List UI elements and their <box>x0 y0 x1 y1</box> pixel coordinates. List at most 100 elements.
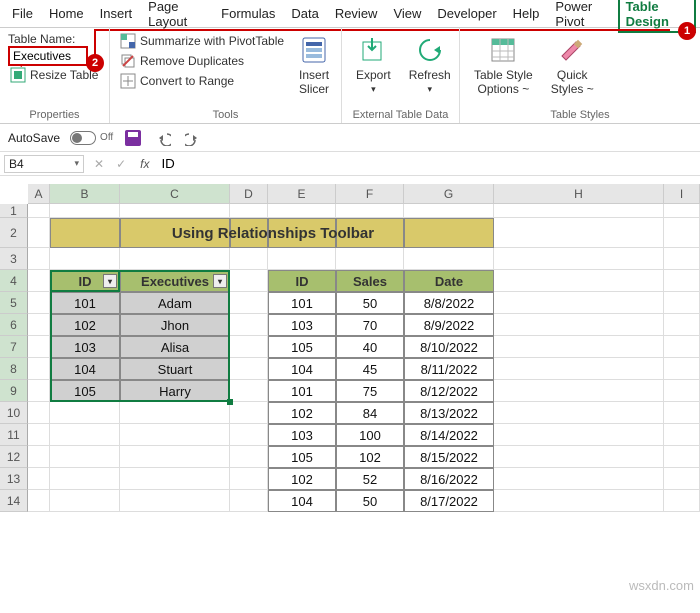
name-box[interactable]: B4 ▾ <box>4 155 84 173</box>
menu-data[interactable]: Data <box>283 2 326 25</box>
col-header-A[interactable]: A <box>28 184 50 204</box>
cell-B14[interactable] <box>50 490 120 512</box>
fx-enter-icon[interactable]: ✓ <box>110 157 132 171</box>
menu-developer[interactable]: Developer <box>429 2 504 25</box>
cell-H8[interactable] <box>494 358 664 380</box>
cell-E11[interactable]: 103 <box>268 424 336 446</box>
cell-C14[interactable] <box>120 490 230 512</box>
cell-E14[interactable]: 104 <box>268 490 336 512</box>
cell-A10[interactable] <box>28 402 50 424</box>
row-header-13[interactable]: 13 <box>0 468 28 490</box>
cell-I1[interactable] <box>664 204 700 218</box>
cell-F7[interactable]: 40 <box>336 336 404 358</box>
cell-D3[interactable] <box>230 248 268 270</box>
summarize-pivot-button[interactable]: Summarize with PivotTable <box>118 32 286 50</box>
cell-H11[interactable] <box>494 424 664 446</box>
cell-I3[interactable] <box>664 248 700 270</box>
col-header-B[interactable]: B <box>50 184 120 204</box>
remove-duplicates-button[interactable]: Remove Duplicates <box>118 52 286 70</box>
cell-D6[interactable] <box>230 314 268 336</box>
cell-E1[interactable] <box>268 204 336 218</box>
cell-D7[interactable] <box>230 336 268 358</box>
cell-I10[interactable] <box>664 402 700 424</box>
filter-dropdown-icon[interactable]: ▾ <box>103 274 117 288</box>
fill-handle[interactable] <box>227 399 233 405</box>
cell-B4[interactable]: ID▾ <box>50 270 120 292</box>
cell-I2[interactable] <box>664 218 700 248</box>
cell-I11[interactable] <box>664 424 700 446</box>
cell-D13[interactable] <box>230 468 268 490</box>
cell-A3[interactable] <box>28 248 50 270</box>
cell-F10[interactable]: 84 <box>336 402 404 424</box>
cell-F4[interactable]: Sales <box>336 270 404 292</box>
menu-insert[interactable]: Insert <box>92 2 141 25</box>
refresh-button[interactable]: Refresh ▾ <box>403 32 457 107</box>
col-header-E[interactable]: E <box>268 184 336 204</box>
cell-D9[interactable] <box>230 380 268 402</box>
cell-G11[interactable]: 8/14/2022 <box>404 424 494 446</box>
cell-I4[interactable] <box>664 270 700 292</box>
cell-I14[interactable] <box>664 490 700 512</box>
cell-I12[interactable] <box>664 446 700 468</box>
col-header-D[interactable]: D <box>230 184 268 204</box>
cell-E8[interactable]: 104 <box>268 358 336 380</box>
cell-H9[interactable] <box>494 380 664 402</box>
cell-B12[interactable] <box>50 446 120 468</box>
cell-C4[interactable]: Executives▾ <box>120 270 230 292</box>
cell-H6[interactable] <box>494 314 664 336</box>
cell-D10[interactable] <box>230 402 268 424</box>
menu-file[interactable]: File <box>4 2 41 25</box>
cell-F5[interactable]: 50 <box>336 292 404 314</box>
export-button[interactable]: Export ▾ <box>350 32 397 107</box>
col-header-I[interactable]: I <box>664 184 700 204</box>
cell-A4[interactable] <box>28 270 50 292</box>
cell-F12[interactable]: 102 <box>336 446 404 468</box>
cell-F13[interactable]: 52 <box>336 468 404 490</box>
row-header-9[interactable]: 9 <box>0 380 28 402</box>
cell-I7[interactable] <box>664 336 700 358</box>
cell-G8[interactable]: 8/11/2022 <box>404 358 494 380</box>
cell-E10[interactable]: 102 <box>268 402 336 424</box>
cell-H13[interactable] <box>494 468 664 490</box>
cell-D1[interactable] <box>230 204 268 218</box>
fx-cancel-icon[interactable]: ✕ <box>88 157 110 171</box>
col-header-G[interactable]: G <box>404 184 494 204</box>
cell-E13[interactable]: 102 <box>268 468 336 490</box>
undo-button[interactable] <box>153 128 173 148</box>
cell-G12[interactable]: 8/15/2022 <box>404 446 494 468</box>
cell-A5[interactable] <box>28 292 50 314</box>
cell-B9[interactable]: 105 <box>50 380 120 402</box>
cell-B10[interactable] <box>50 402 120 424</box>
cell-F11[interactable]: 100 <box>336 424 404 446</box>
cell-H12[interactable] <box>494 446 664 468</box>
cell-C10[interactable] <box>120 402 230 424</box>
row-header-12[interactable]: 12 <box>0 446 28 468</box>
cell-H10[interactable] <box>494 402 664 424</box>
cell-I6[interactable] <box>664 314 700 336</box>
cell-F6[interactable]: 70 <box>336 314 404 336</box>
cell-B6[interactable]: 102 <box>50 314 120 336</box>
cell-A7[interactable] <box>28 336 50 358</box>
fx-icon[interactable]: fx <box>132 157 157 171</box>
quick-styles-button[interactable]: Quick Styles ~ <box>545 32 600 107</box>
cell-C13[interactable] <box>120 468 230 490</box>
save-button[interactable] <box>123 128 143 148</box>
col-header-F[interactable]: F <box>336 184 404 204</box>
cell-E6[interactable]: 103 <box>268 314 336 336</box>
cell-E9[interactable]: 101 <box>268 380 336 402</box>
cell-G14[interactable]: 8/17/2022 <box>404 490 494 512</box>
cell-A13[interactable] <box>28 468 50 490</box>
cell-A14[interactable] <box>28 490 50 512</box>
cell-G13[interactable]: 8/16/2022 <box>404 468 494 490</box>
row-header-10[interactable]: 10 <box>0 402 28 424</box>
cell-H1[interactable] <box>494 204 664 218</box>
cell-I5[interactable] <box>664 292 700 314</box>
cell-E3[interactable] <box>268 248 336 270</box>
cell-I9[interactable] <box>664 380 700 402</box>
autosave-toggle[interactable] <box>70 131 96 145</box>
menu-formulas[interactable]: Formulas <box>213 2 283 25</box>
cell-A2[interactable] <box>28 218 50 248</box>
cell-B7[interactable]: 103 <box>50 336 120 358</box>
row-header-1[interactable]: 1 <box>0 204 28 218</box>
cell-A8[interactable] <box>28 358 50 380</box>
